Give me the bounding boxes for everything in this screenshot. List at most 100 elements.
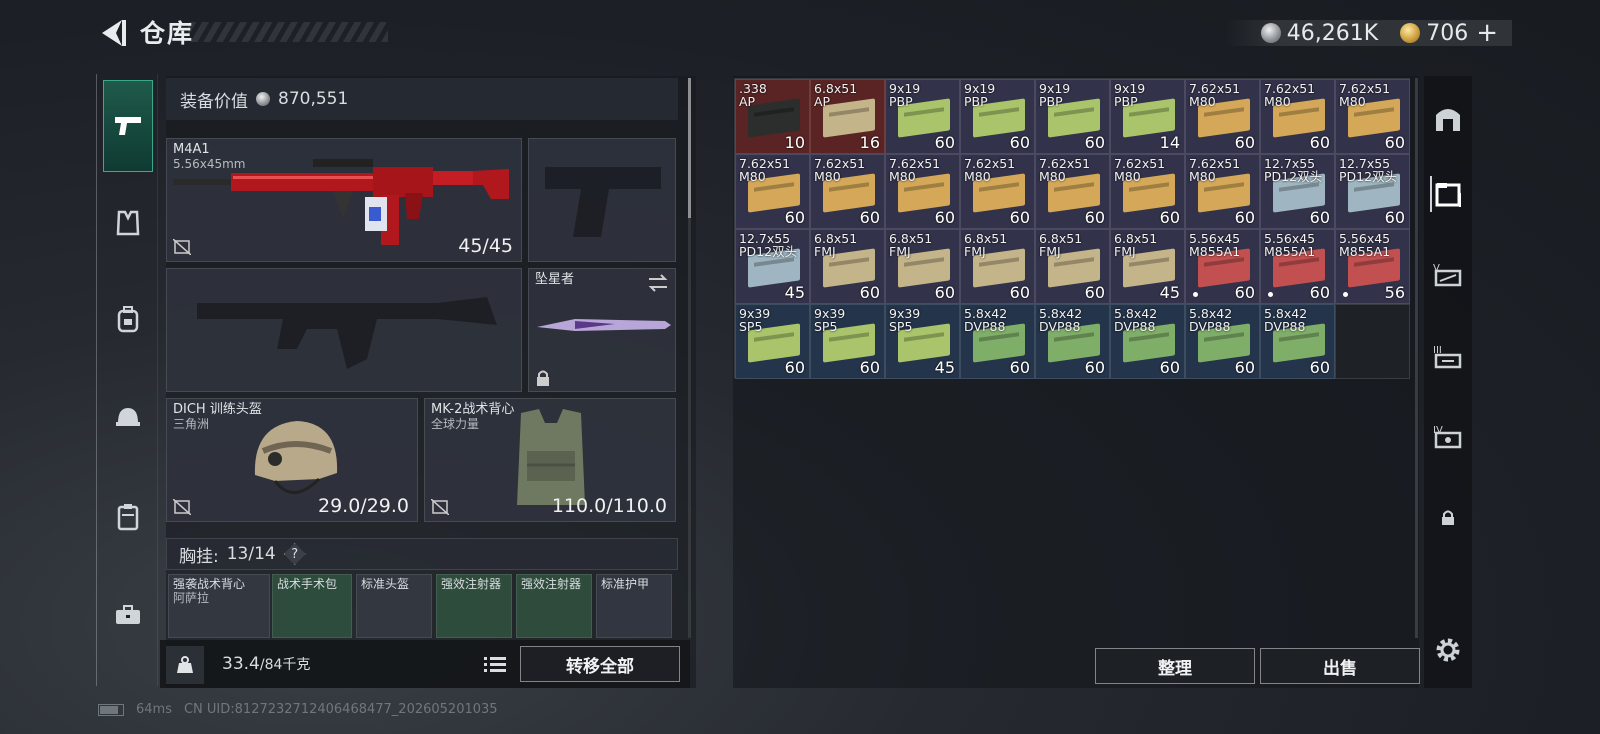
storage-item[interactable]: 5.8x42 DVP88 60 [960,304,1035,379]
storage-item[interactable]: 5.8x42 DVP88 60 [1110,304,1185,379]
storage-item[interactable]: 5.56x45 M855A1 60 [1185,229,1260,304]
add-currency-button[interactable]: + [1476,18,1498,48]
storage-tab-case-3[interactable]: III [1430,338,1466,374]
storage-tab-main[interactable] [1430,100,1466,136]
storage-tab-case-5[interactable]: V [1430,256,1466,292]
storage-item[interactable]: 7.62x51 M80 60 [885,154,960,229]
storage-item[interactable]: 6.8x51 FMJ 60 [885,229,960,304]
ammo-type: M80 [1039,169,1066,184]
storage-item[interactable]: 6.8x51 FMJ 60 [810,229,885,304]
secondary-weapon-slot[interactable] [166,268,522,392]
storage-item[interactable]: 7.62x51 M80 60 [1335,79,1410,154]
pistol-slot[interactable] [528,138,676,262]
armor-slot[interactable]: MK-2战术背心 全球力量 110.0/110.0 [424,398,676,522]
storage-item[interactable]: 7.62x51 M80 60 [1185,154,1260,229]
list-view-button[interactable] [480,652,510,678]
storage-item[interactable]: 6.8x51 FMJ 60 [1035,229,1110,304]
pistol-category-button[interactable] [103,80,153,172]
pistol-silhouette-icon [545,167,661,237]
item-label: 5.56x45 M855A1 [1339,232,1390,258]
helmet-category-button[interactable] [105,394,151,440]
page-title: 仓库 [140,19,195,48]
ammo-type: M855A1 [1339,244,1391,259]
no-insurance-icon [173,499,191,515]
chest-slot-label: 强袭战术背心 [173,577,246,591]
chest-rig-slot[interactable]: 战术手术包 [272,574,352,638]
weight-button[interactable] [166,646,204,684]
storage-item[interactable]: .338 AP 10 [735,79,810,154]
item-count: 45 [934,358,955,377]
item-count: 60 [1009,133,1030,152]
storage-item[interactable]: 6.8x51 AP 16 [810,79,885,154]
chest-rig-slot[interactable]: 强效注射器 [436,574,512,638]
ammo-type: M80 [1189,94,1216,109]
storage-item[interactable]: 12.7x55 PD12双头 60 [1260,154,1335,229]
ammo-type: M80 [739,169,766,184]
chest-rig-slot[interactable]: 标准护甲 [596,574,672,638]
sort-button[interactable]: 整理 [1095,648,1255,684]
melee-slot[interactable]: 坠星者 [528,268,676,392]
storage-item[interactable]: 5.8x42 DVP88 60 [1035,304,1110,379]
ammo-type: PD12双头 [1264,169,1323,184]
storage-item[interactable]: 12.7x55 PD12双头 45 [735,229,810,304]
item-label: 7.62x51 M80 [1264,82,1315,108]
helmet-slot[interactable]: DICH 训练头盔 三角洲 29.0/29.0 [166,398,418,522]
chest-slot-sub: 阿萨拉 [173,591,210,605]
item-label: 7.62x51 M80 [964,157,1015,183]
empty-storage-cell[interactable] [1335,304,1410,379]
storage-item[interactable]: 9x39 SP5 60 [810,304,885,379]
ammo-type: PBP [889,94,913,109]
storage-item[interactable]: 7.62x51 M80 60 [1185,79,1260,154]
storage-item[interactable]: 9x39 SP5 45 [885,304,960,379]
swap-icon[interactable] [647,273,669,293]
storage-item[interactable]: 7.62x51 M80 60 [1260,79,1335,154]
item-label: 9x19 PBP [1039,82,1070,108]
storage-item[interactable]: 7.62x51 M80 60 [1035,154,1110,229]
item-label: 7.62x51 M80 [739,157,790,183]
storage-item[interactable]: 7.62x51 M80 60 [960,154,1035,229]
storage-tab-case-4[interactable]: IV [1430,418,1466,454]
storage-item[interactable]: 7.62x51 M80 60 [1110,154,1185,229]
storage-item[interactable]: 5.56x45 M855A1 56 [1335,229,1410,304]
storage-item[interactable]: 6.8x51 FMJ 45 [1110,229,1185,304]
sell-button[interactable]: 出售 [1260,648,1420,684]
storage-item[interactable]: 9x19 PBP 60 [960,79,1035,154]
item-count: 16 [859,133,880,152]
rifle-silhouette-icon [197,297,497,369]
armor-category-button[interactable] [105,494,151,540]
storage-item[interactable]: 5.56x45 M855A1 60 [1260,229,1335,304]
storage-item[interactable]: 9x19 PBP 60 [885,79,960,154]
item-label: 5.56x45 M855A1 [1264,232,1315,258]
transfer-all-button[interactable]: 转移全部 [520,646,680,682]
storage-item[interactable]: 6.8x51 FMJ 60 [960,229,1035,304]
back-button[interactable] [96,16,128,50]
storage-item[interactable]: 7.62x51 M80 60 [810,154,885,229]
marker-dot [1193,292,1198,297]
storage-item[interactable]: 9x19 PBP 60 [1035,79,1110,154]
chest-rig-slot[interactable]: 强袭战术背心 阿萨拉 [168,574,270,638]
backpack-category-button[interactable] [105,296,151,342]
item-label: 9x19 PBP [889,82,920,108]
settings-button[interactable] [1430,632,1466,668]
primary-weapon-slot[interactable]: M4A1 5.56x45mm 45/45 [166,138,522,262]
storage-tab-2[interactable] [1430,176,1466,212]
storage-item[interactable]: 5.8x42 DVP88 60 [1260,304,1335,379]
chest-rig-slot[interactable]: 强效注射器 [516,574,592,638]
ammo-type: FMJ [889,244,911,259]
help-icon[interactable]: ? [283,543,306,565]
storage-item[interactable]: 7.62x51 M80 60 [735,154,810,229]
loadout-scrollbar[interactable] [688,78,691,638]
item-label: 7.62x51 M80 [1339,82,1390,108]
storage-item[interactable]: 5.8x42 DVP88 60 [1185,304,1260,379]
item-count: 60 [1159,208,1180,227]
storage-tab-locked[interactable] [1430,500,1466,536]
max-weight: /84千克 [259,657,311,673]
storage-item[interactable]: 9x39 SP5 60 [735,304,810,379]
storage-item[interactable]: 12.7x55 PD12双头 60 [1335,154,1410,229]
storage-scrollbar[interactable] [1415,78,1418,638]
vest-category-button[interactable] [105,200,151,246]
chest-rig-slot[interactable]: 标准头盔 [356,574,432,638]
ammo-type: FMJ [964,244,986,259]
storage-item[interactable]: 9x19 PBP 14 [1110,79,1185,154]
case-category-button[interactable] [105,592,151,638]
